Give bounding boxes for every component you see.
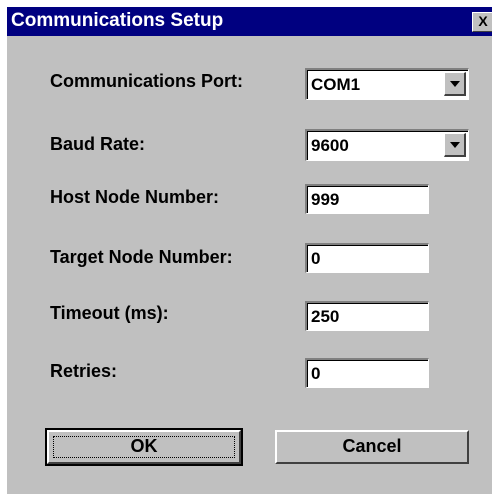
comm-port-label: Communications Port: bbox=[50, 71, 244, 91]
comm-port-select[interactable]: COM1 bbox=[305, 68, 469, 100]
baud-rate-label: Baud Rate: bbox=[50, 134, 146, 154]
retries-label: Retries: bbox=[50, 361, 118, 381]
chevron-down-icon[interactable] bbox=[444, 72, 466, 96]
comm-port-value: COM1 bbox=[311, 75, 361, 94]
close-icon: X bbox=[478, 13, 488, 29]
cancel-button[interactable]: Cancel bbox=[275, 430, 469, 464]
ok-button-label: OK bbox=[130, 436, 158, 456]
baud-rate-select[interactable]: 9600 bbox=[305, 129, 469, 161]
baud-rate-value: 9600 bbox=[311, 136, 349, 155]
window-title: Communications Setup bbox=[11, 10, 224, 31]
communications-setup-dialog: Communications Setup X Communications Po… bbox=[7, 7, 492, 494]
host-node-field[interactable]: 999 bbox=[305, 184, 429, 214]
title-bar[interactable]: Communications Setup X bbox=[7, 7, 492, 36]
retries-field[interactable]: 0 bbox=[305, 358, 429, 388]
target-node-field[interactable]: 0 bbox=[305, 243, 429, 273]
host-node-label: Host Node Number: bbox=[50, 187, 220, 207]
ok-button[interactable]: OK bbox=[45, 428, 243, 466]
cancel-button-label: Cancel bbox=[342, 436, 402, 456]
chevron-down-icon[interactable] bbox=[444, 133, 466, 157]
timeout-value: 250 bbox=[311, 307, 340, 326]
target-node-value: 0 bbox=[311, 249, 321, 268]
retries-value: 0 bbox=[311, 364, 321, 383]
timeout-label: Timeout (ms): bbox=[50, 303, 169, 323]
target-node-label: Target Node Number: bbox=[50, 247, 233, 267]
timeout-field[interactable]: 250 bbox=[305, 301, 429, 331]
host-node-value: 999 bbox=[311, 190, 340, 209]
close-button[interactable]: X bbox=[472, 12, 492, 32]
